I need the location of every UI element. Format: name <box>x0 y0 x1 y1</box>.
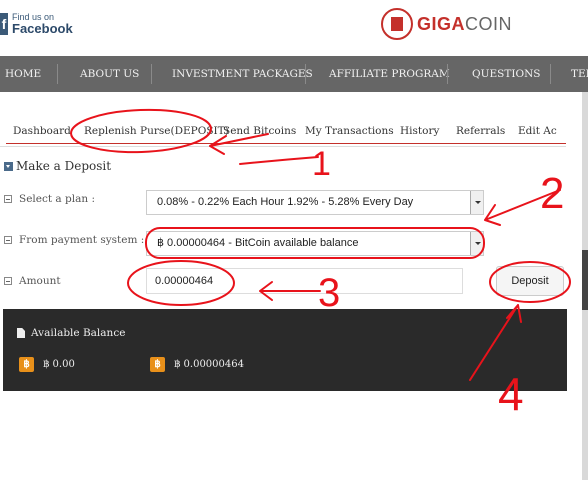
tab-referrals[interactable]: Referrals <box>456 119 505 143</box>
amount-label-text: Amount <box>19 275 61 287</box>
top-header: f Find us on Facebook GIGACOIN <box>0 0 588 56</box>
balance-title: Available Balance <box>17 327 125 339</box>
page-edge-dark <box>582 250 588 310</box>
logo-text: GIGACOIN <box>417 14 512 35</box>
nav-divider <box>447 64 448 84</box>
plan-select[interactable]: 0.08% - 0.22% Each Hour 1.92% - 5.28% Ev… <box>146 190 484 215</box>
nav-about-us[interactable]: ABOUT US <box>80 56 139 92</box>
minus-icon <box>4 195 12 203</box>
balance-value: ฿ 0.00 <box>43 359 75 370</box>
payment-system-label: From payment system : <box>4 234 144 246</box>
facebook-link[interactable]: f Find us on Facebook <box>0 12 73 36</box>
plan-label-text: Select a plan : <box>19 193 95 205</box>
facebook-icon: f <box>0 13 8 35</box>
logo-giga: GIGA <box>417 13 466 34</box>
nav-questions[interactable]: QUESTIONS <box>472 56 540 92</box>
amount-input[interactable] <box>146 268 463 294</box>
tab-my-transactions[interactable]: My Transactions <box>305 119 394 143</box>
section-title[interactable]: Make a Deposit <box>4 159 111 173</box>
available-balance-panel: Available Balance ฿ ฿ 0.00 ฿ ฿ 0.0000046… <box>3 309 567 391</box>
balance-entry: ฿ ฿ 0.00 <box>19 357 75 372</box>
nav-divider <box>57 64 58 84</box>
tabs-underline <box>6 143 566 144</box>
balance-entry: ฿ ฿ 0.00000464 <box>150 357 244 372</box>
facebook-big-label: Facebook <box>12 21 73 36</box>
amount-label: Amount <box>4 275 61 287</box>
logo-coin: COIN <box>465 13 513 34</box>
nav-divider <box>151 64 152 84</box>
nav-divider <box>550 64 551 84</box>
document-icon <box>17 328 25 338</box>
tab-edit-account[interactable]: Edit Ac <box>518 119 557 143</box>
nav-terms[interactable]: TER <box>571 56 588 92</box>
bitcoin-icon: ฿ <box>150 357 165 372</box>
gigacoin-logo[interactable]: GIGACOIN <box>381 8 512 40</box>
plan-label: Select a plan : <box>4 193 95 205</box>
chevron-down-icon[interactable] <box>470 232 483 255</box>
tab-replenish-purse[interactable]: Replenish Purse(DEPOSIT) <box>84 119 229 143</box>
chevron-down-icon[interactable] <box>470 191 483 214</box>
tab-send-bitcoins[interactable]: Send Bitcoins <box>223 119 296 143</box>
payment-system-select[interactable]: ฿ 0.00000464 - BitCoin available balance <box>146 231 484 256</box>
payment-system-select-value: ฿ 0.00000464 - BitCoin available balance <box>157 237 359 249</box>
minus-icon <box>4 277 12 285</box>
nav-affiliate-program[interactable]: AFFILIATE PROGRAM <box>329 56 450 92</box>
nav-home[interactable]: HOME <box>5 56 41 92</box>
nav-divider <box>305 64 306 84</box>
facebook-text: Find us on Facebook <box>12 12 73 36</box>
main-nav: HOME ABOUT US INVESTMENT PACKAGES AFFILI… <box>0 56 588 92</box>
section-title-text: Make a Deposit <box>16 159 112 173</box>
bitcoin-icon: ฿ <box>19 357 34 372</box>
plan-select-value: 0.08% - 0.22% Each Hour 1.92% - 5.28% Ev… <box>157 196 414 208</box>
balance-title-text: Available Balance <box>31 327 126 339</box>
deposit-button[interactable]: Deposit <box>496 266 564 296</box>
tab-dashboard[interactable]: Dashboard <box>13 119 71 143</box>
minus-icon <box>4 236 12 244</box>
payment-system-label-text: From payment system : <box>19 234 145 246</box>
balance-value: ฿ 0.00000464 <box>174 359 244 370</box>
nav-investment-packages[interactable]: INVESTMENT PACKAGES <box>172 56 313 92</box>
tab-history[interactable]: History <box>400 119 439 143</box>
gigacoin-seal-icon <box>381 8 413 40</box>
collapse-toggle-icon[interactable] <box>4 161 13 171</box>
